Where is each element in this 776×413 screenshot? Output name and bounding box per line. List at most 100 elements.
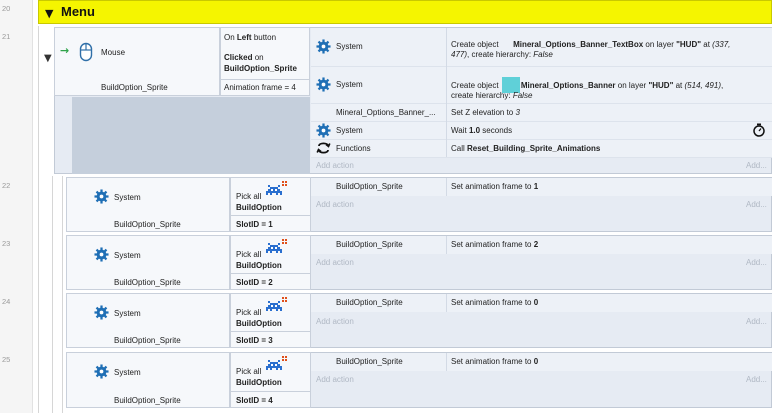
add-action-link[interactable]: Add action <box>316 258 354 267</box>
text: 477) <box>451 50 468 59</box>
on-click-condition: On Left button <box>224 33 276 42</box>
text: Create object <box>451 81 499 90</box>
space-invader-icon <box>266 297 287 311</box>
text: 3 <box>515 108 520 117</box>
action-object: BuildOption_Sprite <box>336 240 403 249</box>
action-text: Create object Mineral_Options_Banner_Tex… <box>451 40 730 49</box>
action-object: System <box>336 126 363 135</box>
action-row[interactable]: System Create object Mineral_Options_Ban… <box>311 28 772 66</box>
mouse-condition-object[interactable]: → Mouse BuildOption_Sprite <box>54 27 220 96</box>
condition-text-cell[interactable]: Pick all BuildOption SlotID = 1 <box>230 177 311 232</box>
text: Clicked <box>224 53 253 62</box>
add-menu-link[interactable]: Add... <box>746 161 767 170</box>
space-invader-icon <box>266 239 287 253</box>
divider <box>231 215 310 216</box>
add-menu-link[interactable]: Add... <box>746 200 767 209</box>
line-gutter <box>0 0 33 413</box>
action-text: Set animation frame to 0 <box>451 357 538 366</box>
text: at <box>703 40 710 49</box>
text: Wait <box>451 126 467 135</box>
object-name: BuildOption_Sprite <box>114 220 181 229</box>
mouse-label: Mouse <box>101 48 126 57</box>
gear-icon <box>316 123 331 138</box>
add-action-link[interactable]: Add action <box>316 317 354 326</box>
add-action-link[interactable]: Add action <box>316 375 354 384</box>
system-condition-object[interactable]: System BuildOption_Sprite <box>66 293 230 348</box>
pick-object: BuildOption <box>236 319 282 328</box>
action-object: System <box>336 80 363 89</box>
gear-icon <box>316 77 331 92</box>
text: Set animation frame to <box>451 298 532 307</box>
action-object: BuildOption_Sprite <box>336 182 403 191</box>
divider <box>446 178 447 196</box>
action-row[interactable]: System Create object Mineral_Options_Ban… <box>311 66 772 103</box>
condition-text-cell[interactable]: On Left button Clicked on BuildOption_Sp… <box>220 27 310 96</box>
action-object: Functions <box>336 144 371 153</box>
object-name: BuildOption_Sprite <box>114 278 181 287</box>
text: Set Z elevation to <box>451 108 514 117</box>
group-header-menu[interactable]: ▼ Menu <box>38 0 772 24</box>
action-row[interactable]: BuildOption_Sprite Set animation frame t… <box>311 236 772 254</box>
action-object: BuildOption_Sprite <box>336 298 403 307</box>
add-menu-link[interactable]: Add... <box>746 375 767 384</box>
group-title: Menu <box>61 4 95 19</box>
text: On <box>224 33 235 42</box>
text: 2 <box>533 240 539 249</box>
divider <box>446 353 447 371</box>
add-action-link[interactable]: Add action <box>316 200 354 209</box>
text: button <box>253 33 277 42</box>
condition-text-cell[interactable]: Pick all BuildOption SlotID = 4 <box>230 352 311 408</box>
action-text: Call Reset_Building_Sprite_Animations <box>451 144 600 153</box>
add-menu-link[interactable]: Add... <box>746 258 767 267</box>
line-number: 20 <box>2 4 11 13</box>
system-label: System <box>114 368 141 377</box>
action-text: Set animation frame to 1 <box>451 182 538 191</box>
text: on layer <box>617 81 647 90</box>
text: Set animation frame to <box>451 182 532 191</box>
text: False <box>512 91 533 100</box>
event-condition-gap <box>72 97 310 174</box>
text: Set animation frame to <box>451 357 532 366</box>
action-row[interactable]: Mineral_Options_Banner_... Set Z elevati… <box>311 103 772 121</box>
action-text-line2: create hierarchy: False <box>451 91 532 100</box>
text: 1.0 <box>468 126 481 135</box>
action-row[interactable]: BuildOption_Sprite Set animation frame t… <box>311 353 772 371</box>
slot-condition: SlotID = 3 <box>236 336 273 345</box>
expand-triangle-icon[interactable]: ▼ <box>44 53 52 64</box>
text: Left <box>236 33 252 42</box>
text: , create hierarchy: <box>467 50 532 59</box>
collapse-triangle-icon[interactable]: ▼ <box>45 7 53 20</box>
condition-text-cell[interactable]: Pick all BuildOption SlotID = 2 <box>230 235 311 290</box>
indent-guide <box>38 26 39 413</box>
gear-icon <box>94 247 109 262</box>
divider <box>446 236 447 254</box>
object-name: BuildOption_Sprite <box>114 336 181 345</box>
divider <box>231 331 310 332</box>
action-row[interactable]: BuildOption_Sprite Set animation frame t… <box>311 178 772 196</box>
line-number: 22 <box>2 181 11 190</box>
mouse-icon <box>79 42 93 62</box>
text: at <box>675 81 683 90</box>
action-row[interactable]: System Wait 1.0 seconds <box>311 121 772 139</box>
clicked-condition: Clicked on <box>224 53 264 62</box>
pick-all-text: Pick all <box>236 250 262 259</box>
divider <box>446 294 447 312</box>
space-invader-icon <box>266 356 287 370</box>
condition-text-cell[interactable]: Pick all BuildOption SlotID = 3 <box>230 293 311 348</box>
action-row[interactable]: BuildOption_Sprite Set animation frame t… <box>311 294 772 312</box>
system-condition-object[interactable]: System BuildOption_Sprite <box>66 352 230 408</box>
gear-icon <box>94 364 109 379</box>
action-row[interactable]: Functions Call Reset_Building_Sprite_Ani… <box>311 139 772 157</box>
system-condition-object[interactable]: System BuildOption_Sprite <box>66 177 230 232</box>
add-menu-link[interactable]: Add... <box>746 317 767 326</box>
animation-frame-condition: Animation frame = 4 <box>224 83 296 92</box>
pick-object: BuildOption <box>236 378 282 387</box>
text: create hierarchy: <box>451 91 511 100</box>
add-action-link[interactable]: Add action <box>316 161 354 170</box>
text: Call <box>451 144 465 153</box>
text: "HUD" <box>648 81 674 90</box>
action-text: Set Z elevation to 3 <box>451 108 520 117</box>
text: False <box>533 50 553 59</box>
system-condition-object[interactable]: System BuildOption_Sprite <box>66 235 230 290</box>
action-object: Mineral_Options_Banner_... <box>336 108 436 117</box>
